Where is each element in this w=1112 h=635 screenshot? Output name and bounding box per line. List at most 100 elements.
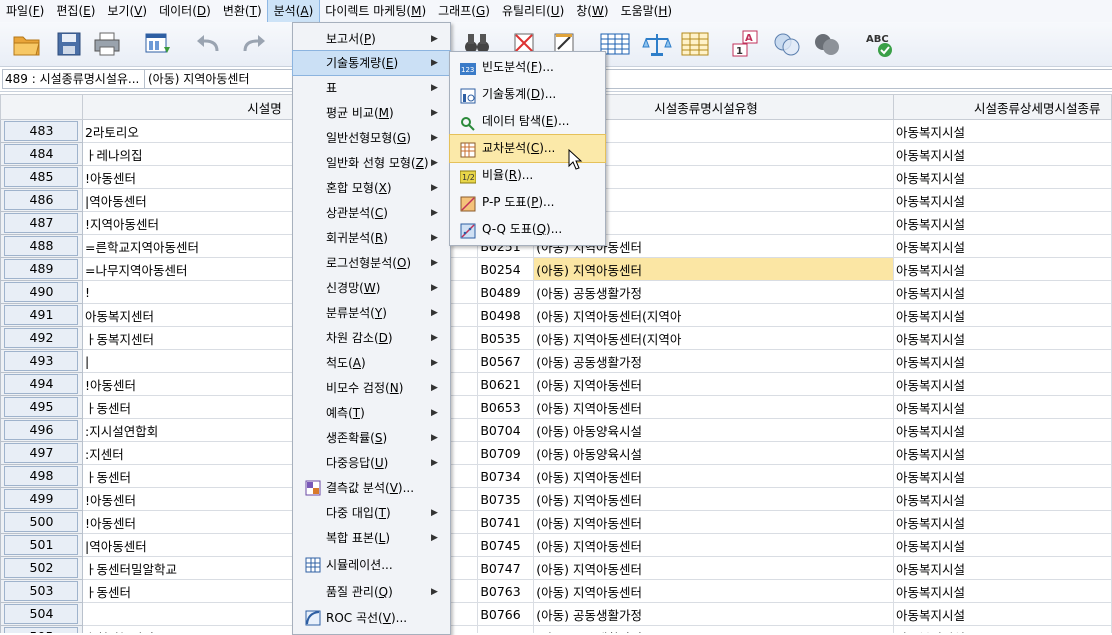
- facility-detail-cell[interactable]: 아동복지시설: [892, 142, 1112, 166]
- analyze-menu-item-11[interactable]: 분류분석(Y) ▶: [293, 301, 450, 325]
- descriptive-menu-item-1[interactable]: 기술통계(D)...: [450, 81, 605, 108]
- analyze-menu-item-15[interactable]: 예측(T) ▶: [293, 401, 450, 425]
- facility-type-cell[interactable]: (아동) 지역아동센터: [533, 257, 894, 281]
- use-variable-sets-icon[interactable]: [770, 28, 804, 60]
- facility-detail-cell[interactable]: 아동복지시설: [892, 464, 1112, 488]
- row-number-cell[interactable]: 501: [0, 533, 83, 557]
- facility-type-cell[interactable]: (아동) 공동생활가정: [533, 602, 894, 626]
- menubar-item-3[interactable]: 데이터(D): [153, 0, 217, 22]
- row-number-cell[interactable]: 493: [0, 349, 83, 373]
- analyze-menu-item-23[interactable]: ROC 곡선(V)...: [293, 606, 450, 630]
- menubar-item-0[interactable]: 파일(F): [0, 0, 50, 22]
- facility-detail-cell[interactable]: 아동복지시설: [892, 556, 1112, 580]
- show-all-variables-icon[interactable]: [810, 28, 844, 60]
- facility-detail-cell[interactable]: 아동복지시설: [892, 602, 1112, 626]
- descriptive-menu-item-5[interactable]: P-P 도표(P)...: [450, 189, 605, 216]
- code-cell[interactable]: B0734: [477, 464, 535, 488]
- facility-name-cell[interactable]: |역아동센터: [81, 188, 293, 212]
- row-number-cell[interactable]: 491: [0, 303, 83, 327]
- code-cell[interactable]: B0535: [477, 326, 535, 350]
- analyze-menu-item-6[interactable]: 혼합 모형(X) ▶: [293, 176, 450, 200]
- code-cell[interactable]: B0763: [477, 579, 535, 603]
- facility-type-cell[interactable]: (아동) 아동양육시설: [533, 441, 894, 465]
- facility-type-cell[interactable]: (아동) 지역아동센터: [533, 464, 894, 488]
- facility-name-cell[interactable]: 아동복지센터: [81, 303, 293, 327]
- analyze-menu-item-1[interactable]: 기술통계량(E) ▶: [292, 50, 451, 76]
- undo-icon[interactable]: [192, 28, 226, 60]
- analyze-menu-item-21[interactable]: 시뮬레이션...: [293, 553, 450, 577]
- facility-name-cell[interactable]: =나무지역아동센터: [81, 257, 293, 281]
- code-cell[interactable]: B0621: [477, 372, 535, 396]
- facility-type-cell[interactable]: (아동) 지역아동센터: [533, 395, 894, 419]
- analyze-menu-item-3[interactable]: 평균 비교(M) ▶: [293, 101, 450, 125]
- facility-detail-cell[interactable]: 아동복지시설: [892, 349, 1112, 373]
- save-icon[interactable]: [52, 28, 86, 60]
- row-number-cell[interactable]: 487: [0, 211, 83, 235]
- code-cell[interactable]: B0653: [477, 395, 535, 419]
- facility-name-cell[interactable]: |역아동센터: [81, 533, 293, 557]
- facility-type-cell[interactable]: (아동) 공동생활가정: [533, 625, 894, 633]
- facility-type-cell[interactable]: (아동) 지역아동센터: [533, 556, 894, 580]
- row-number-cell[interactable]: 499: [0, 487, 83, 511]
- menubar-item-5[interactable]: 분석(A): [266, 0, 321, 23]
- facility-name-cell[interactable]: ㅏ동센터: [81, 579, 293, 603]
- analyze-menu-item-8[interactable]: 회귀분석(R) ▶: [293, 226, 450, 250]
- row-number-cell[interactable]: 485: [0, 165, 83, 189]
- facility-type-cell[interactable]: (아동) 지역아동센터: [533, 510, 894, 534]
- menubar-item-2[interactable]: 보기(V): [101, 0, 153, 22]
- facility-detail-cell[interactable]: 아동복지시설: [892, 372, 1112, 396]
- analyze-menu-item-2[interactable]: 표 ▶: [293, 76, 450, 100]
- facility-detail-cell[interactable]: 아동복지시설: [892, 326, 1112, 350]
- code-cell[interactable]: B0704: [477, 418, 535, 442]
- redo-icon[interactable]: [236, 28, 270, 60]
- row-number-cell[interactable]: 503: [0, 579, 83, 603]
- row-number-cell[interactable]: 497: [0, 441, 83, 465]
- facility-name-cell[interactable]: ㅏ동센터: [81, 464, 293, 488]
- facility-type-cell[interactable]: (아동) 공동생활가정: [533, 280, 894, 304]
- analyze-menu-item-0[interactable]: 보고서(P) ▶: [293, 27, 450, 51]
- descriptive-menu-item-2[interactable]: 데이터 탐색(E)...: [450, 108, 605, 135]
- row-number-cell[interactable]: 496: [0, 418, 83, 442]
- analyze-menu-item-14[interactable]: 비모수 검정(N) ▶: [293, 376, 450, 400]
- code-cell[interactable]: B0795: [477, 625, 535, 633]
- facility-name-cell[interactable]: :지시설연합회: [81, 418, 293, 442]
- code-cell[interactable]: B0489: [477, 280, 535, 304]
- row-number-header[interactable]: [0, 94, 83, 120]
- cell-value-field[interactable]: (아동) 지역아동센터: [144, 69, 1112, 89]
- facility-type-cell[interactable]: (아동) 지역아동센터: [533, 487, 894, 511]
- row-number-cell[interactable]: 502: [0, 556, 83, 580]
- facility-name-cell[interactable]: ㅏ천나눔의집: [81, 625, 293, 633]
- facility-detail-cell[interactable]: 아동복지시설: [892, 303, 1112, 327]
- facility-type-cell[interactable]: (아동) 지역아동센터: [533, 579, 894, 603]
- row-number-cell[interactable]: 489: [0, 257, 83, 281]
- row-number-cell[interactable]: 483: [0, 119, 83, 143]
- analyze-menu-item-12[interactable]: 차원 감소(D) ▶: [293, 326, 450, 350]
- row-number-cell[interactable]: 490: [0, 280, 83, 304]
- facility-detail-cell[interactable]: 아동복지시설: [892, 418, 1112, 442]
- facility-name-cell[interactable]: !: [81, 280, 293, 304]
- menubar-item-7[interactable]: 그래프(G): [432, 0, 496, 22]
- facility-detail-cell[interactable]: 아동복지시설: [892, 487, 1112, 511]
- weight-cases-icon[interactable]: [640, 28, 674, 60]
- analyze-menu-item-10[interactable]: 신경망(W) ▶: [293, 276, 450, 300]
- code-cell[interactable]: B0745: [477, 533, 535, 557]
- dialog-recall-icon[interactable]: [141, 28, 175, 60]
- facility-name-cell[interactable]: !아동센터: [81, 487, 293, 511]
- facility-name-cell[interactable]: ㅏ레나의집: [81, 142, 293, 166]
- facility-detail-cell[interactable]: 아동복지시설: [892, 280, 1112, 304]
- facility-type-cell[interactable]: (아동) 지역아동센터(지역아: [533, 303, 894, 327]
- row-number-cell[interactable]: 495: [0, 395, 83, 419]
- facility-name-cell[interactable]: !아동센터: [81, 510, 293, 534]
- code-cell[interactable]: B0735: [477, 487, 535, 511]
- code-cell[interactable]: B0709: [477, 441, 535, 465]
- analyze-menu-item-4[interactable]: 일반선형모형(G) ▶: [293, 126, 450, 150]
- facility-detail-cell[interactable]: 아동복지시설: [892, 165, 1112, 189]
- row-number-cell[interactable]: 486: [0, 188, 83, 212]
- facility-name-cell[interactable]: |: [81, 349, 293, 373]
- code-cell[interactable]: B0741: [477, 510, 535, 534]
- menubar-item-4[interactable]: 변환(T): [217, 0, 268, 22]
- code-cell[interactable]: B0498: [477, 303, 535, 327]
- row-number-cell[interactable]: 492: [0, 326, 83, 350]
- facility-type-cell[interactable]: (아동) 아동양육시설: [533, 418, 894, 442]
- facility-name-cell[interactable]: [81, 602, 293, 626]
